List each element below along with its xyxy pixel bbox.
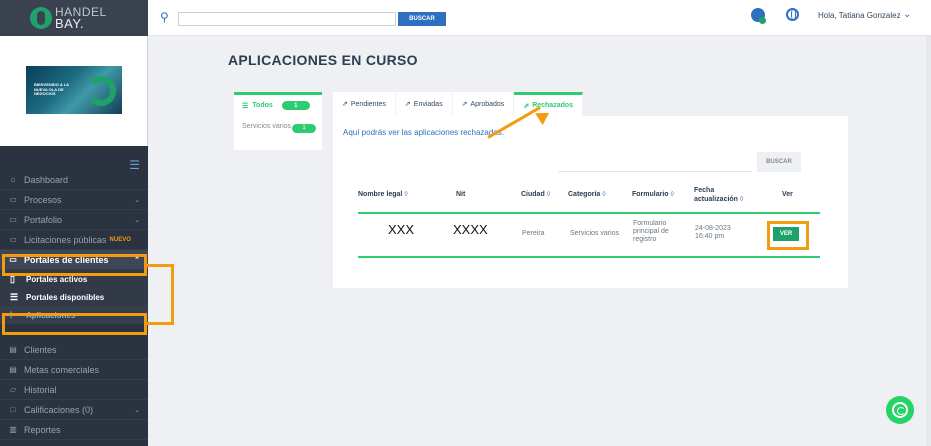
folder-icon: ▱ (9, 385, 17, 394)
list-icon: ☰ (242, 102, 249, 110)
tab-aprobados[interactable]: ⇗ Aprobados (452, 92, 515, 116)
sort-icon: ◊ (739, 196, 744, 203)
table-header: Nombre legal ◊ Nit Ciudad ◊ Categoría ◊ … (358, 186, 820, 212)
cell-nombre: XXX (388, 222, 415, 237)
col-nit[interactable]: Nit (456, 190, 465, 199)
user-greeting[interactable]: Hola, Tatiana Gonzalez (818, 11, 901, 20)
chevron-up-icon: ⌃ (134, 256, 140, 264)
new-badge: NUEVO (109, 236, 131, 243)
row-divider (358, 256, 820, 258)
count-badge: 1 (292, 124, 316, 133)
logo-text: HANDEL BAY. (55, 5, 107, 31)
sidebar-item-portales-clientes[interactable]: ▭ Portales de clientes ⌃ (0, 250, 148, 270)
logo[interactable]: HANDEL BAY. (0, 0, 148, 36)
briefcase-icon: ▭ (9, 195, 17, 204)
support-agent-icon[interactable] (751, 8, 766, 24)
chevron-down-icon: ⌄ (134, 406, 140, 414)
share-icon: ⇗ (342, 101, 348, 108)
col-fecha[interactable]: Fecha actualización ◊ (694, 186, 758, 204)
share-icon: ⇗ (523, 102, 530, 110)
banner-text: BIENVENIDO A LA NUEVA OLA DE NEGOCIOS (34, 82, 69, 96)
col-ver: Ver (782, 191, 793, 198)
welcome-banner: BIENVENIDO A LA NUEVA OLA DE NEGOCIOS (26, 66, 122, 114)
sidebar-subitem-portales-activos[interactable]: ▯ Portales activos (0, 270, 148, 288)
tree-icon: ⊢ (10, 309, 18, 320)
list-icon: ☰ (10, 291, 19, 302)
highlight-connector (147, 322, 174, 325)
highlight-connector (147, 264, 174, 267)
briefcase-icon: ▭ (9, 235, 17, 244)
logo-mark-icon (30, 7, 52, 29)
sort-icon: ◊ (404, 191, 408, 198)
banner-area: BIENVENIDO A LA NUEVA OLA DE NEGOCIOS (0, 36, 148, 146)
sort-icon: ◊ (670, 191, 674, 198)
sidebar-item-calificaciones[interactable]: □ Calificaciones (0) ⌄ (0, 400, 148, 420)
filter-search-button[interactable]: BUSCAR (757, 152, 801, 172)
col-ciudad[interactable]: Ciudad ◊ (521, 190, 550, 199)
col-formulario[interactable]: Formulario ◊ (632, 190, 674, 199)
sidebar-item-reportes[interactable]: ▥ Reportes (0, 420, 148, 440)
sort-icon: ◊ (602, 191, 606, 198)
sidebar-item-portafolio[interactable]: ▭ Portafolio ⌄ (0, 210, 148, 230)
filter-servicios-varios[interactable]: Servicios varios 1 (234, 116, 322, 137)
cell-formulario: Formulario principal de registro (633, 220, 669, 243)
share-icon: ⇗ (404, 101, 411, 108)
sidebar-item-licitaciones[interactable]: ▭ Licitaciones públicas NUEVO (0, 230, 148, 250)
scrollbar[interactable] (926, 36, 931, 446)
sidebar-item-dashboard[interactable]: ⌂ Dashboard (0, 170, 148, 190)
whatsapp-glyph-icon (892, 402, 908, 418)
square-icon: □ (10, 405, 16, 414)
whatsapp-icon[interactable] (886, 396, 914, 424)
sidebar-nav: ⌂ Dashboard ▭ Procesos ⌄ ▭ Portafolio ⌄ … (0, 170, 148, 324)
search-input[interactable] (178, 12, 396, 26)
document-icon: ▯ (10, 273, 15, 284)
highlight-connector (171, 264, 174, 325)
sort-icon: ◊ (546, 191, 551, 198)
col-nombre-legal[interactable]: Nombre legal ◊ (358, 190, 408, 199)
sidebar-subitem-aplicaciones[interactable]: ⊢ Aplicaciones (0, 306, 148, 324)
share-icon: ⇗ (461, 101, 468, 108)
sidebar-subitem-portales-disponibles[interactable]: ☰ Portales disponibles (0, 288, 148, 306)
sidebar-item-clientes[interactable]: ▤ Clientes (0, 340, 148, 360)
tab-pendientes[interactable]: ⇗ Pendientes (333, 92, 396, 116)
cell-ciudad: Pereira (522, 230, 545, 237)
home-icon: ⌂ (10, 175, 16, 184)
sidebar-nav-lower: ▤ Clientes ▤ Metas comerciales ▱ Histori… (0, 340, 148, 440)
clipboard-icon: ▤ (9, 365, 17, 374)
applications-panel: Aquí podrás ver las aplicaciones rechaza… (333, 116, 848, 288)
chevron-down-icon: ⌄ (134, 216, 140, 224)
sidebar-item-procesos[interactable]: ▭ Procesos ⌄ (0, 190, 148, 210)
filter-input[interactable] (558, 152, 752, 172)
cell-fecha: 24-08-2023 16:40 pm (695, 225, 731, 240)
row-divider (358, 212, 820, 214)
sidebar-item-metas[interactable]: ▤ Metas comerciales (0, 360, 148, 380)
chevron-down-icon: ⌄ (134, 196, 140, 204)
cell-categoria: Servicios varios (570, 230, 620, 237)
info-text: Aquí podrás ver las aplicaciones rechaza… (343, 128, 504, 137)
ver-button[interactable]: VER (773, 227, 799, 241)
tab-enviadas[interactable]: ⇗ Enviadas (395, 92, 453, 116)
wave-icon (86, 76, 116, 106)
search-button[interactable]: BUSCAR (398, 12, 446, 26)
sidebar: HANDEL BAY. BIENVENIDO A LA NUEVA OLA DE… (0, 0, 148, 446)
sidebar-item-historial[interactable]: ▱ Historial (0, 380, 148, 400)
search-icon[interactable]: ⚲ (160, 10, 169, 24)
briefcase-icon: ▭ (9, 255, 17, 264)
cell-nit: XXXX (453, 222, 488, 237)
page-title: APLICACIONES EN CURSO (228, 52, 418, 68)
filter-all[interactable]: ☰ Todos 1 (234, 92, 322, 116)
chevron-down-icon[interactable]: ⌄ (903, 9, 911, 20)
globe-icon[interactable] (786, 8, 799, 21)
clipboard-icon: ▤ (9, 345, 17, 354)
count-badge: 1 (281, 101, 310, 110)
col-categoria[interactable]: Categoría ◊ (568, 190, 606, 199)
briefcase-icon: ▭ (9, 215, 17, 224)
top-bar: ⚲ BUSCAR Hola, Tatiana Gonzalez ⌄ (148, 0, 931, 36)
chart-icon: ▥ (9, 425, 17, 434)
category-filter-panel: ☰ Todos 1 Servicios varios 1 (234, 92, 322, 150)
